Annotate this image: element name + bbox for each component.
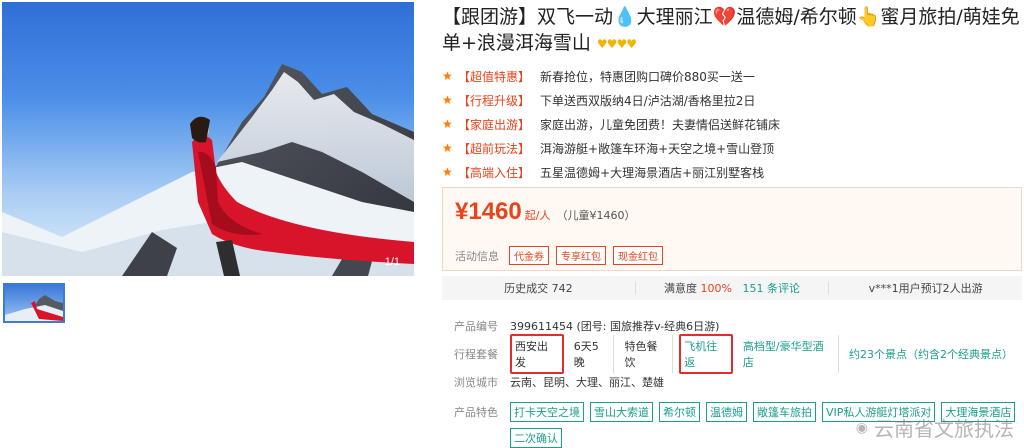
rating-stars-icon: ♥♥♥♥	[596, 36, 637, 51]
feature-tag: 【行程升级】	[458, 93, 531, 108]
package-row: 行程套餐 西安出发 6天5晚 特色餐饮 飞机往返 高档型/豪华型酒店 约23个景…	[454, 334, 1022, 374]
departure-city-option[interactable]: 西安出发	[510, 334, 564, 374]
feature-item: ★ 【家庭出游】 家庭出游，儿童免团费！夫妻情侣送鲜花铺床	[442, 112, 1022, 136]
star-icon: ★	[442, 117, 453, 131]
stats-bar: 历史成交 742 满意度 100% 151 条评论 v***1用户预订2人出游	[442, 276, 1022, 300]
product-title: 【跟团游】双飞一动💧大理丽江💔温德姆/希尔顿👆蜜月旅拍/萌娃免单+浪漫洱海雪山 ♥…	[442, 4, 1022, 57]
feature-item: ★ 【高端入住】 五星温德姆+大理海景酒店+丽江别墅客栈	[442, 160, 1022, 184]
feature-list: ★ 【超值特惠】 新春抢位，特惠团购口碑价880买一送一 ★ 【行程升级】 下单…	[442, 64, 1022, 184]
satisfaction-label: 满意度	[664, 282, 701, 295]
feature-text: 洱海游艇+敞篷车环海+天空之境+雪山登顶	[540, 141, 775, 156]
watermark-text: 云南省文旅执法	[874, 417, 1014, 441]
price-unit: 起/人	[524, 209, 551, 222]
activity-label: 活动信息	[455, 249, 499, 263]
feature-tag-link[interactable]: 雪山大索道	[590, 402, 653, 422]
feature-text: 新春抢位，特惠团购口碑价880买一送一	[540, 69, 755, 84]
feature-text: 下单送西双版纳4日/泸沽湖/香格里拉2日	[540, 93, 756, 108]
duration-option: 6天5晚	[570, 335, 615, 373]
feature-item: ★ 【超前玩法】 洱海游艇+敞篷车环海+天空之境+雪山登顶	[442, 136, 1022, 160]
watermark: ◉ 云南省文旅执法	[856, 413, 1014, 442]
cities-label: 浏览城市	[454, 376, 498, 389]
product-title-text: 【跟团游】双飞一动💧大理丽江💔温德姆/希尔顿👆蜜月旅拍/萌娃免单+浪漫洱海雪山	[442, 6, 1020, 54]
transport-option[interactable]: 飞机往返	[679, 334, 733, 374]
package-label: 行程套餐	[454, 348, 498, 361]
weibo-icon: ◉	[855, 419, 868, 436]
features-label: 产品特色	[454, 406, 498, 419]
satisfaction: 满意度 100% 151 条评论	[636, 280, 829, 296]
photo-counter: 1/1	[384, 256, 400, 268]
feature-item: ★ 【行程升级】 下单送西双版纳4日/泸沽湖/香格里拉2日	[442, 88, 1022, 112]
cities-value: 云南、昆明、大理、丽江、楚雄	[510, 376, 664, 389]
feature-tag-link[interactable]: 敞篷车旅拍	[753, 402, 816, 422]
main-product-photo[interactable]: 1/1	[2, 2, 414, 276]
meal-option: 特色餐饮	[620, 335, 674, 373]
price-amount: ¥1460	[455, 198, 522, 225]
recent-booking: v***1用户预订2人出游	[868, 282, 983, 295]
feature-tag-link[interactable]: 二次确认	[510, 428, 562, 448]
product-number-value: 399611454 (团号: 国旅推荐v-经典6日游)	[510, 320, 720, 333]
coupon-voucher[interactable]: 代金券	[509, 246, 549, 265]
feature-item: ★ 【超值特惠】 新春抢位，特惠团购口碑价880买一送一	[442, 64, 1022, 88]
reviews-link[interactable]: 151 条评论	[742, 282, 800, 295]
attractions-option[interactable]: 约23个景点（约含2个经典景点）	[845, 343, 1016, 365]
coupon-cash-red-packet[interactable]: 现金红包	[613, 246, 663, 265]
activity-info: 活动信息 代金券 专享红包 现金红包	[455, 246, 670, 265]
feature-tag-link[interactable]: 希尔顿	[659, 402, 700, 422]
child-price: （儿童¥1460）	[556, 209, 636, 222]
price-line: ¥1460 起/人 （儿童¥1460）	[455, 198, 635, 226]
price-box: ¥1460 起/人 （儿童¥1460） 活动信息 代金券 专享红包 现金红包	[442, 187, 1022, 271]
star-icon: ★	[442, 69, 453, 83]
hotel-option[interactable]: 高档型/豪华型酒店	[739, 335, 840, 373]
mountain-bride-photo	[2, 64, 414, 276]
feature-tag: 【超前玩法】	[458, 141, 531, 156]
feature-tag: 【高端入住】	[458, 165, 531, 180]
star-icon: ★	[442, 141, 453, 155]
thumbnail-image	[5, 295, 63, 321]
feature-tag: 【家庭出游】	[458, 117, 531, 132]
history-deals: 历史成交 742	[504, 282, 573, 295]
star-icon: ★	[442, 93, 453, 107]
feature-text: 五星温德姆+大理海景酒店+丽江别墅客栈	[540, 165, 765, 180]
feature-tag-link[interactable]: 温德姆	[706, 402, 747, 422]
feature-text: 家庭出游，儿童免团费！夫妻情侣送鲜花铺床	[540, 117, 781, 132]
satisfaction-value: 100%	[700, 282, 732, 295]
coupon-exclusive-red-packet[interactable]: 专享红包	[556, 246, 606, 265]
feature-tag-link[interactable]: 打卡天空之境	[510, 402, 584, 422]
star-icon: ★	[442, 165, 453, 179]
photo-thumbnail[interactable]	[3, 283, 65, 323]
feature-tag: 【超值特惠】	[458, 69, 531, 84]
product-number-label: 产品编号	[454, 320, 498, 333]
